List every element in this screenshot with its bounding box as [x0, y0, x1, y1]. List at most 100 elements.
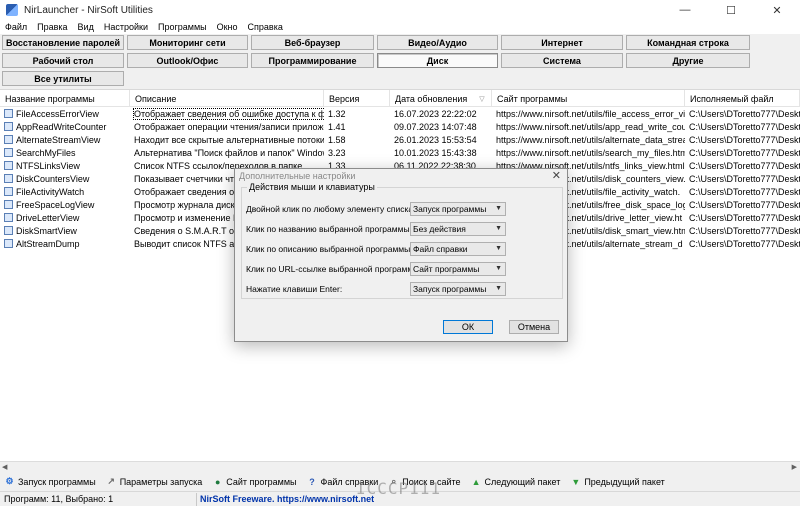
- horizontal-scrollbar[interactable]: ◀ ▶: [0, 461, 800, 472]
- toolbar-button[interactable]: ● Сайт программы: [212, 476, 297, 487]
- chevron-down-icon: ▼: [495, 205, 502, 212]
- cell-text: Просмотр и изменение Бу: [134, 213, 244, 223]
- setting-dropdown[interactable]: Без действия ▼: [410, 222, 506, 236]
- menu-item[interactable]: Вид: [73, 22, 99, 32]
- table-cell: Отображает сведения об ошибке доступа к …: [130, 108, 324, 121]
- watermark: ICCCP111: [356, 479, 442, 498]
- cell-text: FileActivityWatch: [16, 187, 85, 197]
- scroll-left-icon[interactable]: ◀: [2, 463, 7, 471]
- toolbar-button[interactable]: ▲ Следующий пакет: [471, 476, 561, 487]
- setting-dropdown[interactable]: Сайт программы ▼: [410, 262, 506, 276]
- chevron-down-icon: ▼: [495, 265, 502, 272]
- ok-button[interactable]: ОК: [443, 320, 493, 334]
- column-header[interactable]: Описание: [130, 90, 324, 107]
- table-row[interactable]: SearchMyFiles Альтернатива "Поиск файлов …: [0, 147, 800, 160]
- table-cell: FreeSpaceLogView: [0, 199, 130, 212]
- category-button[interactable]: Все утилиты: [2, 71, 124, 86]
- group-label: Действия мыши и клавиатуры: [247, 182, 377, 192]
- category-button[interactable]: Мониторинг сети: [127, 35, 248, 50]
- minimize-button[interactable]: —: [662, 0, 708, 20]
- category-button[interactable]: Программирование: [251, 53, 374, 68]
- table-cell: Отображает операции чтения/записи прилож…: [130, 121, 324, 134]
- cell-text: C:\Users\DToretto777\Desktop\: [689, 213, 800, 223]
- column-header-label: Описание: [135, 93, 177, 104]
- cell-text: Отображает сведения об ошибке доступа к …: [132, 108, 324, 120]
- table-cell: FileActivityWatch: [0, 186, 130, 199]
- column-header-label: Версия: [329, 93, 360, 104]
- cell-text: https://www.nirsoft.net/utils/file_acces…: [496, 109, 685, 119]
- dialog-title: Дополнительные настройки: [239, 171, 356, 181]
- cell-text: C:\Users\DToretto777\Desktop\: [689, 135, 800, 145]
- toolbar-button[interactable]: ↗ Параметры запуска: [106, 476, 203, 487]
- program-icon: [4, 213, 13, 222]
- dialog-setting-row: Двойной клик по любому элементу списка: З…: [246, 202, 560, 216]
- table-row[interactable]: FileAccessErrorView Отображает сведения о…: [0, 108, 800, 121]
- run-icon: ⚙: [5, 476, 14, 486]
- setting-label: Клик по описанию выбранной программы:: [246, 244, 413, 254]
- table-cell: 26.01.2023 15:53:54: [390, 134, 492, 147]
- menu-item[interactable]: Справка: [243, 22, 288, 32]
- menu-item[interactable]: Файл: [0, 22, 32, 32]
- category-button[interactable]: Диск: [377, 53, 498, 68]
- category-button[interactable]: Система: [501, 53, 623, 68]
- program-icon: [4, 148, 13, 157]
- scroll-right-icon[interactable]: ▶: [792, 463, 797, 471]
- toolbar-button[interactable]: ▼ Предыдущий пакет: [570, 476, 664, 487]
- setting-dropdown[interactable]: Запуск программы ▼: [410, 202, 506, 216]
- setting-dropdown[interactable]: Запуск программы ▼: [410, 282, 506, 296]
- category-button[interactable]: Видео/Аудио: [377, 35, 498, 50]
- table-cell: SearchMyFiles: [0, 147, 130, 160]
- dialog-setting-row: Нажатие клавиши Enter: Запуск программы ▼: [246, 282, 560, 296]
- column-header[interactable]: Исполняемый файл: [685, 90, 800, 107]
- toolbar-button-label: Параметры запуска: [119, 476, 203, 487]
- cell-text: 26.01.2023 15:53:54: [394, 135, 477, 145]
- dialog-close-button[interactable]: ✕: [552, 169, 561, 182]
- cell-text: Просмотр журнала диско: [134, 200, 240, 210]
- table-cell: https://www.nirsoft.net/utils/app_read_w…: [492, 121, 685, 134]
- category-button[interactable]: Рабочий стол: [2, 53, 124, 68]
- category-button[interactable]: Outlook/Офис: [127, 53, 248, 68]
- menu-bar: Файл Правка Вид Настройки Программы Окно Справ…: [0, 20, 800, 34]
- cell-text: 10.01.2023 15:43:38: [394, 148, 477, 158]
- column-header[interactable]: Версия: [324, 90, 390, 107]
- menu-item[interactable]: Настройки: [99, 22, 153, 32]
- chevron-down-icon: ▼: [495, 285, 502, 292]
- table-cell: 16.07.2023 22:22:02: [390, 108, 492, 121]
- setting-dropdown[interactable]: Файл справки ▼: [410, 242, 506, 256]
- cell-text: C:\Users\DToretto777\Desktop\: [689, 187, 800, 197]
- table-cell: NTFSLinksView: [0, 160, 130, 173]
- program-icon: [4, 174, 13, 183]
- column-header[interactable]: Название программы: [0, 90, 130, 107]
- category-button[interactable]: Интернет: [501, 35, 623, 50]
- table-cell: Альтернатива "Поиск файлов и папок" Wind…: [130, 147, 324, 160]
- cell-text: C:\Users\DToretto777\Desktop\: [689, 161, 800, 171]
- category-button[interactable]: Восстановление паролей: [2, 35, 124, 50]
- arrow-down-icon: ▼: [571, 476, 581, 487]
- table-cell: AltStreamDump: [0, 238, 130, 251]
- menu-item[interactable]: Программы: [153, 22, 212, 32]
- category-button[interactable]: Другие: [626, 53, 750, 68]
- column-header-label: Дата обновления: [395, 93, 468, 104]
- menu-item[interactable]: Правка: [32, 22, 72, 32]
- list-header: Название программы Описание Версия Дата обн…: [0, 90, 800, 107]
- arrow-up-icon: ▲: [471, 476, 481, 487]
- table-cell: C:\Users\DToretto777\Desktop\: [685, 108, 800, 121]
- column-header[interactable]: Дата обновления ▽: [390, 90, 492, 107]
- category-button[interactable]: Веб-браузер: [251, 35, 374, 50]
- cancel-button[interactable]: Отмена: [509, 320, 559, 334]
- maximize-button[interactable]: ☐: [708, 0, 754, 20]
- category-button[interactable]: Командная строка: [626, 35, 750, 50]
- cell-text: https://www.nirsoft.net/utils/search_my_…: [496, 148, 685, 158]
- cell-text: DiskCountersView: [16, 174, 90, 184]
- table-cell: C:\Users\DToretto777\Desktop\: [685, 212, 800, 225]
- table-cell: C:\Users\DToretto777\Desktop\: [685, 225, 800, 238]
- toolbar-button[interactable]: ⚙ Запуск программы: [4, 476, 95, 487]
- close-button[interactable]: ✕: [754, 0, 800, 20]
- menu-item[interactable]: Окно: [212, 22, 243, 32]
- table-cell: Находит все скрытые альтернативные поток…: [130, 134, 324, 147]
- table-row[interactable]: AppReadWriteCounter Отображает операции ч…: [0, 121, 800, 134]
- table-row[interactable]: AlternateStreamView Находит все скрытые а…: [0, 134, 800, 147]
- column-header[interactable]: Сайт программы: [492, 90, 685, 107]
- dropdown-value: Сайт программы: [413, 264, 480, 274]
- nirsoft-link[interactable]: NirSoft Freeware. https://www.nirsoft.ne…: [200, 494, 374, 504]
